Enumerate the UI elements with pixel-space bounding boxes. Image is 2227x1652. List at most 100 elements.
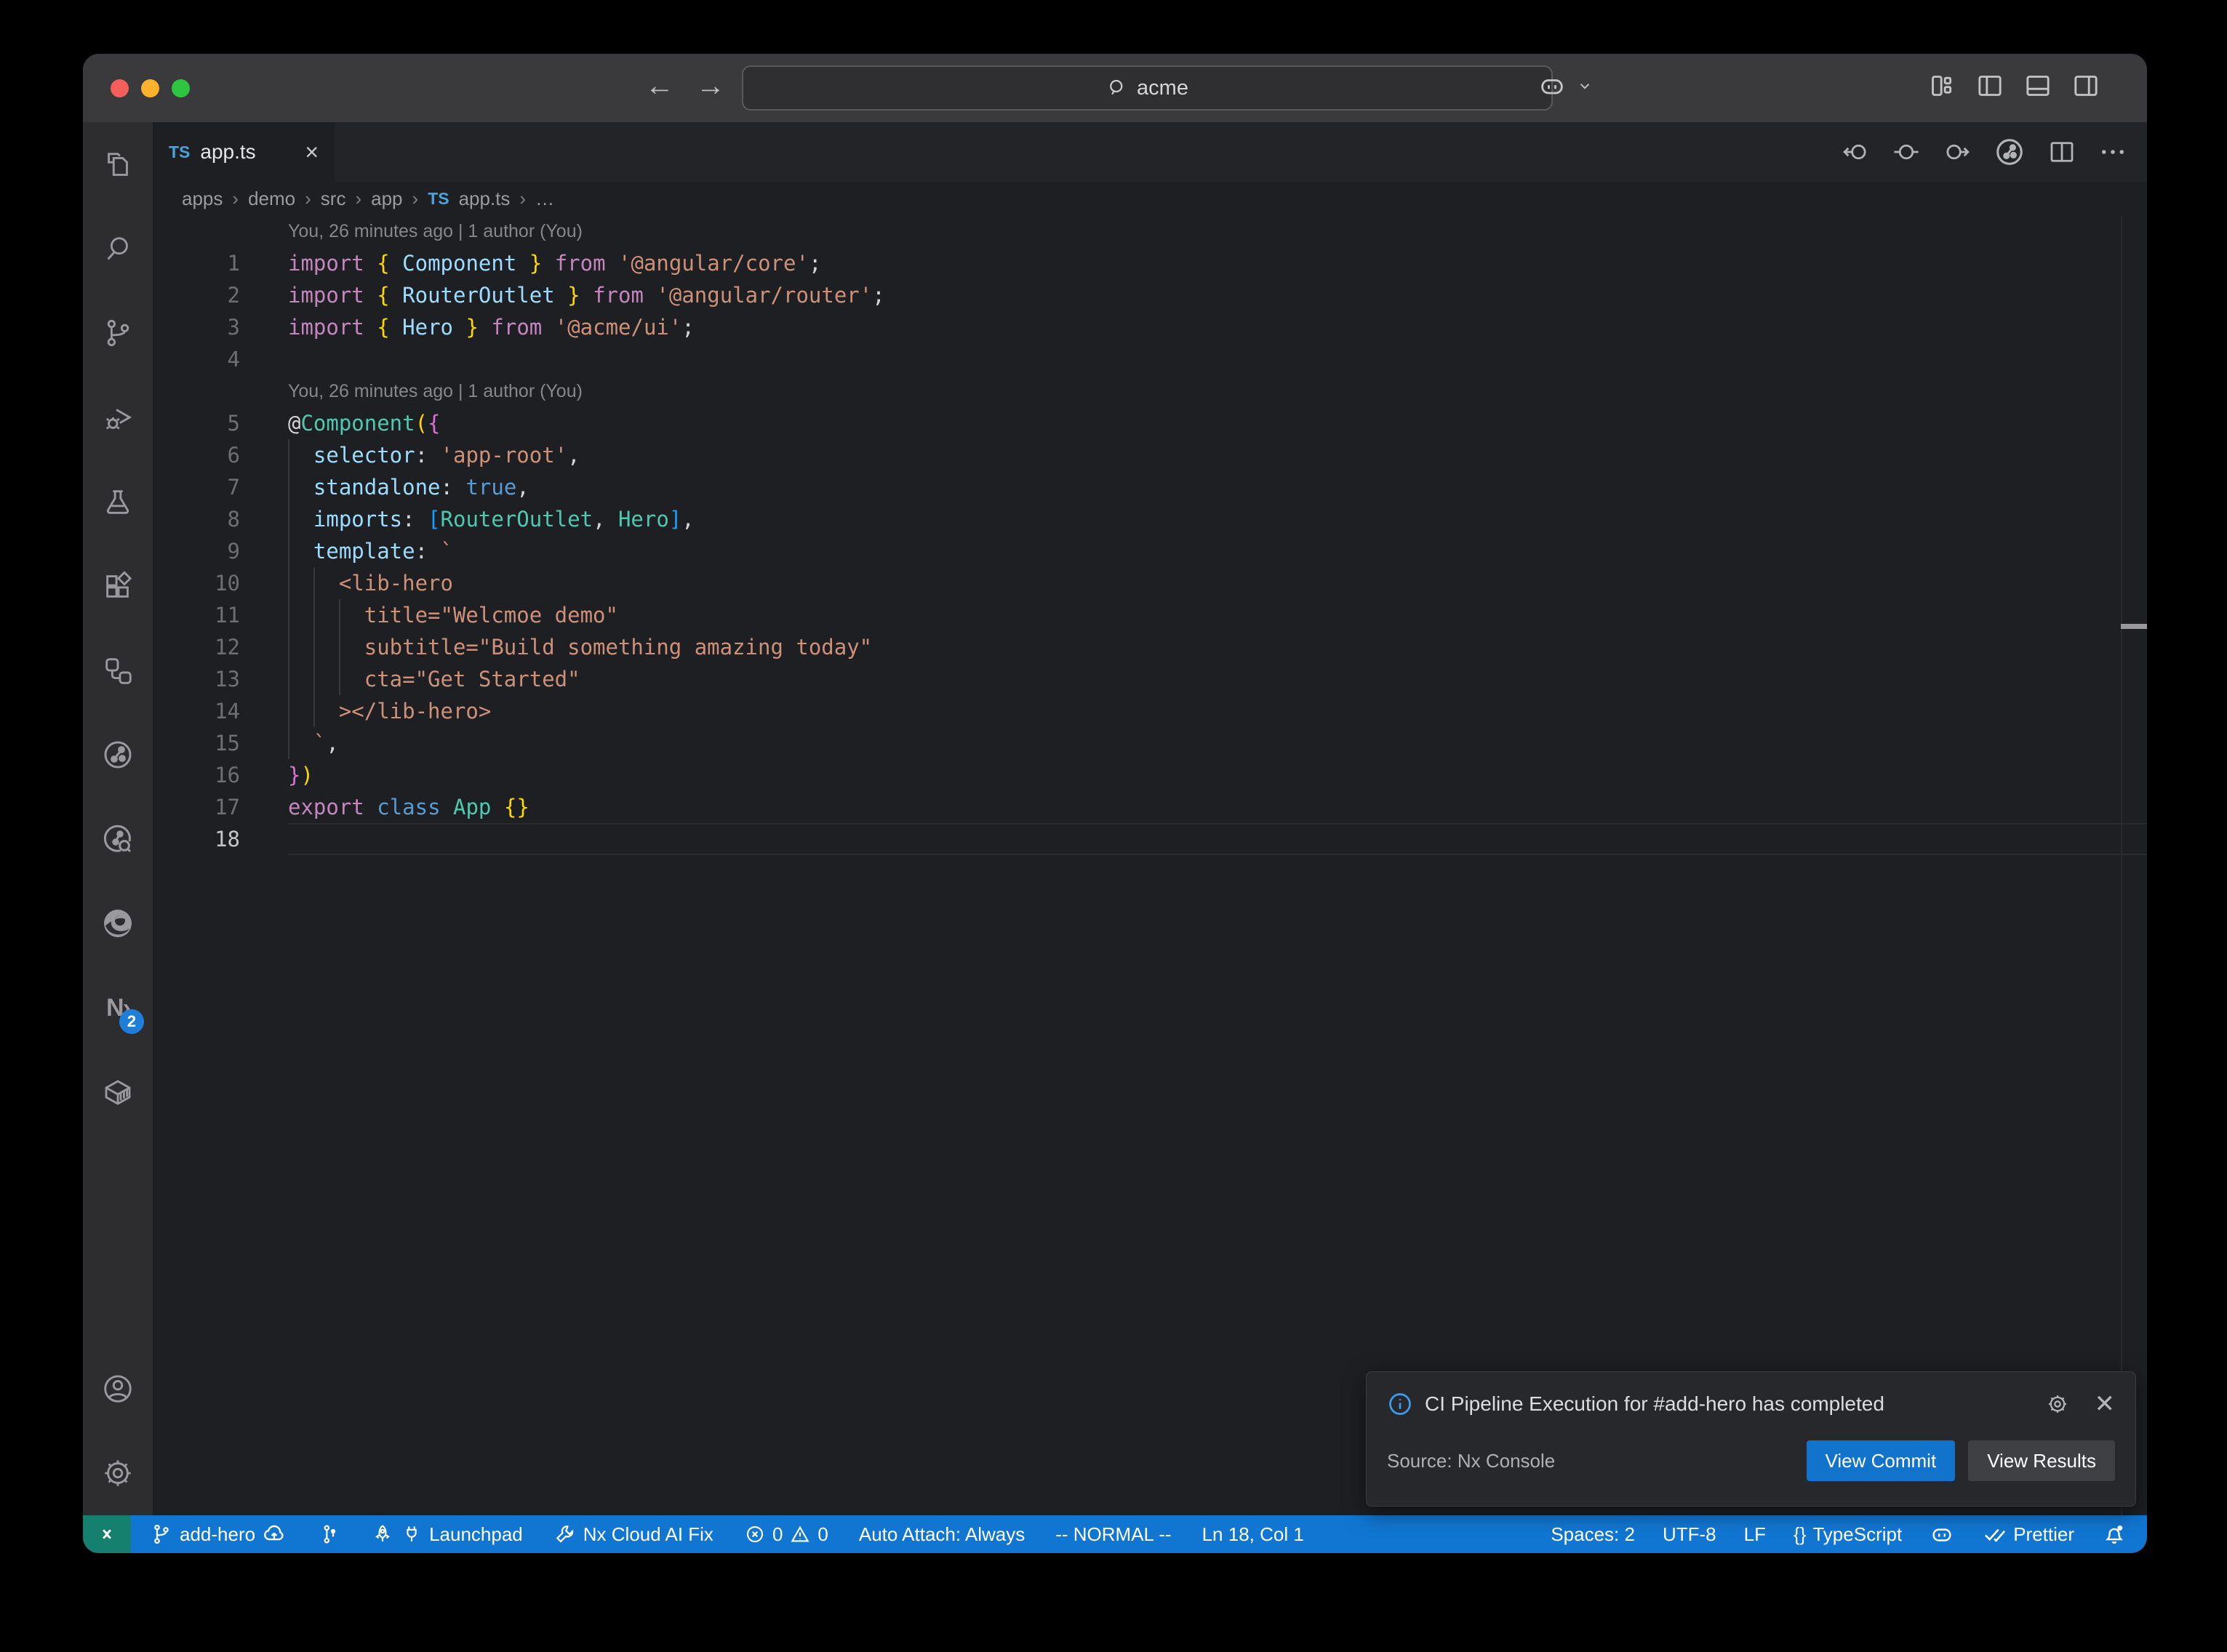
cursor-position-status[interactable]: Ln 18, Col 1 [1202,1523,1304,1546]
line-number: 6 [153,439,240,471]
breadcrumb-item[interactable]: … [535,188,554,210]
more-actions-icon[interactable] [2098,137,2128,167]
vim-mode-status[interactable]: -- NORMAL -- [1055,1523,1171,1546]
open-next-change-icon[interactable] [1942,137,1972,167]
code-line-13[interactable]: 13 cta="Get Started" [153,663,2147,695]
edge-browser-icon[interactable] [83,881,153,966]
toggle-panel-icon[interactable] [2023,71,2052,100]
minimize-window-button[interactable] [141,79,159,97]
chevron-down-icon[interactable] [1577,78,1593,94]
split-editor-icon[interactable] [2047,137,2077,167]
remote-indicator[interactable] [83,1515,131,1553]
containers-icon[interactable] [83,1050,153,1134]
open-previous-change-icon[interactable] [1840,137,1871,167]
toggle-secondary-sidebar-icon[interactable] [2071,71,2100,100]
code-line-2[interactable]: 2import { RouterOutlet } from '@angular/… [153,279,2147,311]
notifications-bell-icon[interactable] [2102,1522,2127,1547]
nx-cloud-ai-fix-status[interactable]: Nx Cloud AI Fix [553,1523,713,1546]
typescript-file-icon: TS [428,189,449,209]
notification-close-icon[interactable]: ✕ [2095,1390,2116,1419]
toggle-primary-sidebar-icon[interactable] [1975,71,2004,100]
blame-annotation: You, 26 minutes ago | 1 author (You) [153,215,2147,247]
line-number: 7 [153,471,240,503]
history-forward-button[interactable]: → [692,70,729,103]
code-line-11[interactable]: 11 title="Welcmoe demo" [153,599,2147,631]
traffic-lights [111,79,190,97]
close-window-button[interactable] [111,79,129,97]
code-line-10[interactable]: 10 <lib-hero [153,567,2147,599]
notification-settings-gear-icon[interactable] [2045,1392,2070,1416]
code-line-16[interactable]: 16}) [153,759,2147,791]
git-branch-status[interactable]: add-hero [150,1522,287,1547]
code-line-12[interactable]: 12 subtitle="Build something amazing tod… [153,631,2147,663]
breadcrumb-item[interactable]: demo [248,188,295,210]
breadcrumb-item[interactable]: src [321,188,346,210]
nx-console-icon[interactable]: N› 2 [83,966,153,1050]
problems-status[interactable]: 0 0 [744,1523,828,1546]
code-line-3[interactable]: 3import { Hero } from '@acme/ui'; [153,311,2147,343]
code-line-14[interactable]: 14 ></lib-hero> [153,695,2147,727]
editor-scrollbar[interactable] [2121,215,2147,1515]
code-line-1[interactable]: 1import { Component } from '@angular/cor… [153,247,2147,279]
toast-source: Source: Nx Console [1387,1450,1555,1472]
nx-project-graph-icon[interactable] [83,713,153,797]
open-change-icon[interactable] [1891,137,1922,167]
breadcrumb-item[interactable]: app.ts [459,188,511,210]
encoding-status[interactable]: UTF-8 [1663,1523,1716,1546]
copilot-icon[interactable] [1538,71,1567,100]
breadcrumb-separator: › [305,188,311,210]
code-line-4[interactable]: 4 [153,343,2147,375]
breadcrumb-item[interactable]: apps [182,188,223,210]
extensions-icon[interactable] [83,544,153,628]
code-line-15[interactable]: 15 `, [153,727,2147,759]
breadcrumb-item[interactable]: app [371,188,402,210]
nx-graph-search-icon[interactable] [83,797,153,881]
explorer-icon[interactable] [83,122,153,206]
language-mode-status[interactable]: {} TypeScript [1794,1523,1902,1546]
testing-icon[interactable] [83,460,153,544]
auto-attach-status[interactable]: Auto Attach: Always [859,1523,1025,1546]
accounts-icon[interactable] [83,1347,153,1431]
status-bar: add-hero Launchpad Nx Cloud AI Fix [83,1515,2147,1553]
remote-explorer-icon[interactable] [83,628,153,713]
line-number: 4 [153,343,240,375]
customize-layout-icon[interactable] [1927,71,1956,100]
search-value: acme [1137,76,1188,100]
run-debug-icon[interactable] [83,375,153,460]
indent-guide [288,567,289,599]
code-editor[interactable]: You, 26 minutes ago | 1 author (You)1imp… [153,215,2147,1515]
line-number: 18 [153,823,240,855]
command-center-search[interactable]: acme [742,65,1553,111]
search-sidebar-icon[interactable] [83,206,153,291]
source-control-icon[interactable] [83,291,153,375]
launchpad-status[interactable]: Launchpad [371,1523,523,1546]
double-check-icon [1982,1522,2007,1547]
code-line-8[interactable]: 8 imports: [RouterOutlet, Hero], [153,503,2147,535]
code-line-6[interactable]: 6 selector: 'app-root', [153,439,2147,471]
line-number: 5 [153,407,240,439]
line-number: 2 [153,279,240,311]
code-line-17[interactable]: 17export class App {} [153,791,2147,823]
code-line-9[interactable]: 9 template: ` [153,535,2147,567]
code-line-7[interactable]: 7 standalone: true, [153,471,2147,503]
indentation-status[interactable]: Spaces: 2 [1551,1523,1635,1546]
code-line-18[interactable]: 18 [153,823,2147,855]
main-area: N› 2 TS app.ts × [83,122,2147,1515]
settings-gear-icon[interactable] [83,1431,153,1515]
indent-guide [288,503,289,535]
git-compare-status[interactable] [317,1523,340,1546]
prettier-status[interactable]: Prettier [1982,1522,2074,1547]
indent-guide [288,727,289,759]
history-back-button[interactable]: ← [641,70,678,103]
tab-close-icon[interactable]: × [305,140,319,164]
zoom-window-button[interactable] [172,79,190,97]
tab-app-ts[interactable]: TS app.ts × [153,122,335,182]
eol-status[interactable]: LF [1744,1523,1766,1546]
view-results-button[interactable]: View Results [1968,1440,2115,1481]
code-line-5[interactable]: 5@Component({ [153,407,2147,439]
indent-guide [288,535,289,567]
copilot-status[interactable] [1930,1522,1954,1547]
view-commit-button[interactable]: View Commit [1807,1440,1956,1481]
line-number: 12 [153,631,240,663]
nx-graph-focus-icon[interactable] [1993,135,2026,169]
